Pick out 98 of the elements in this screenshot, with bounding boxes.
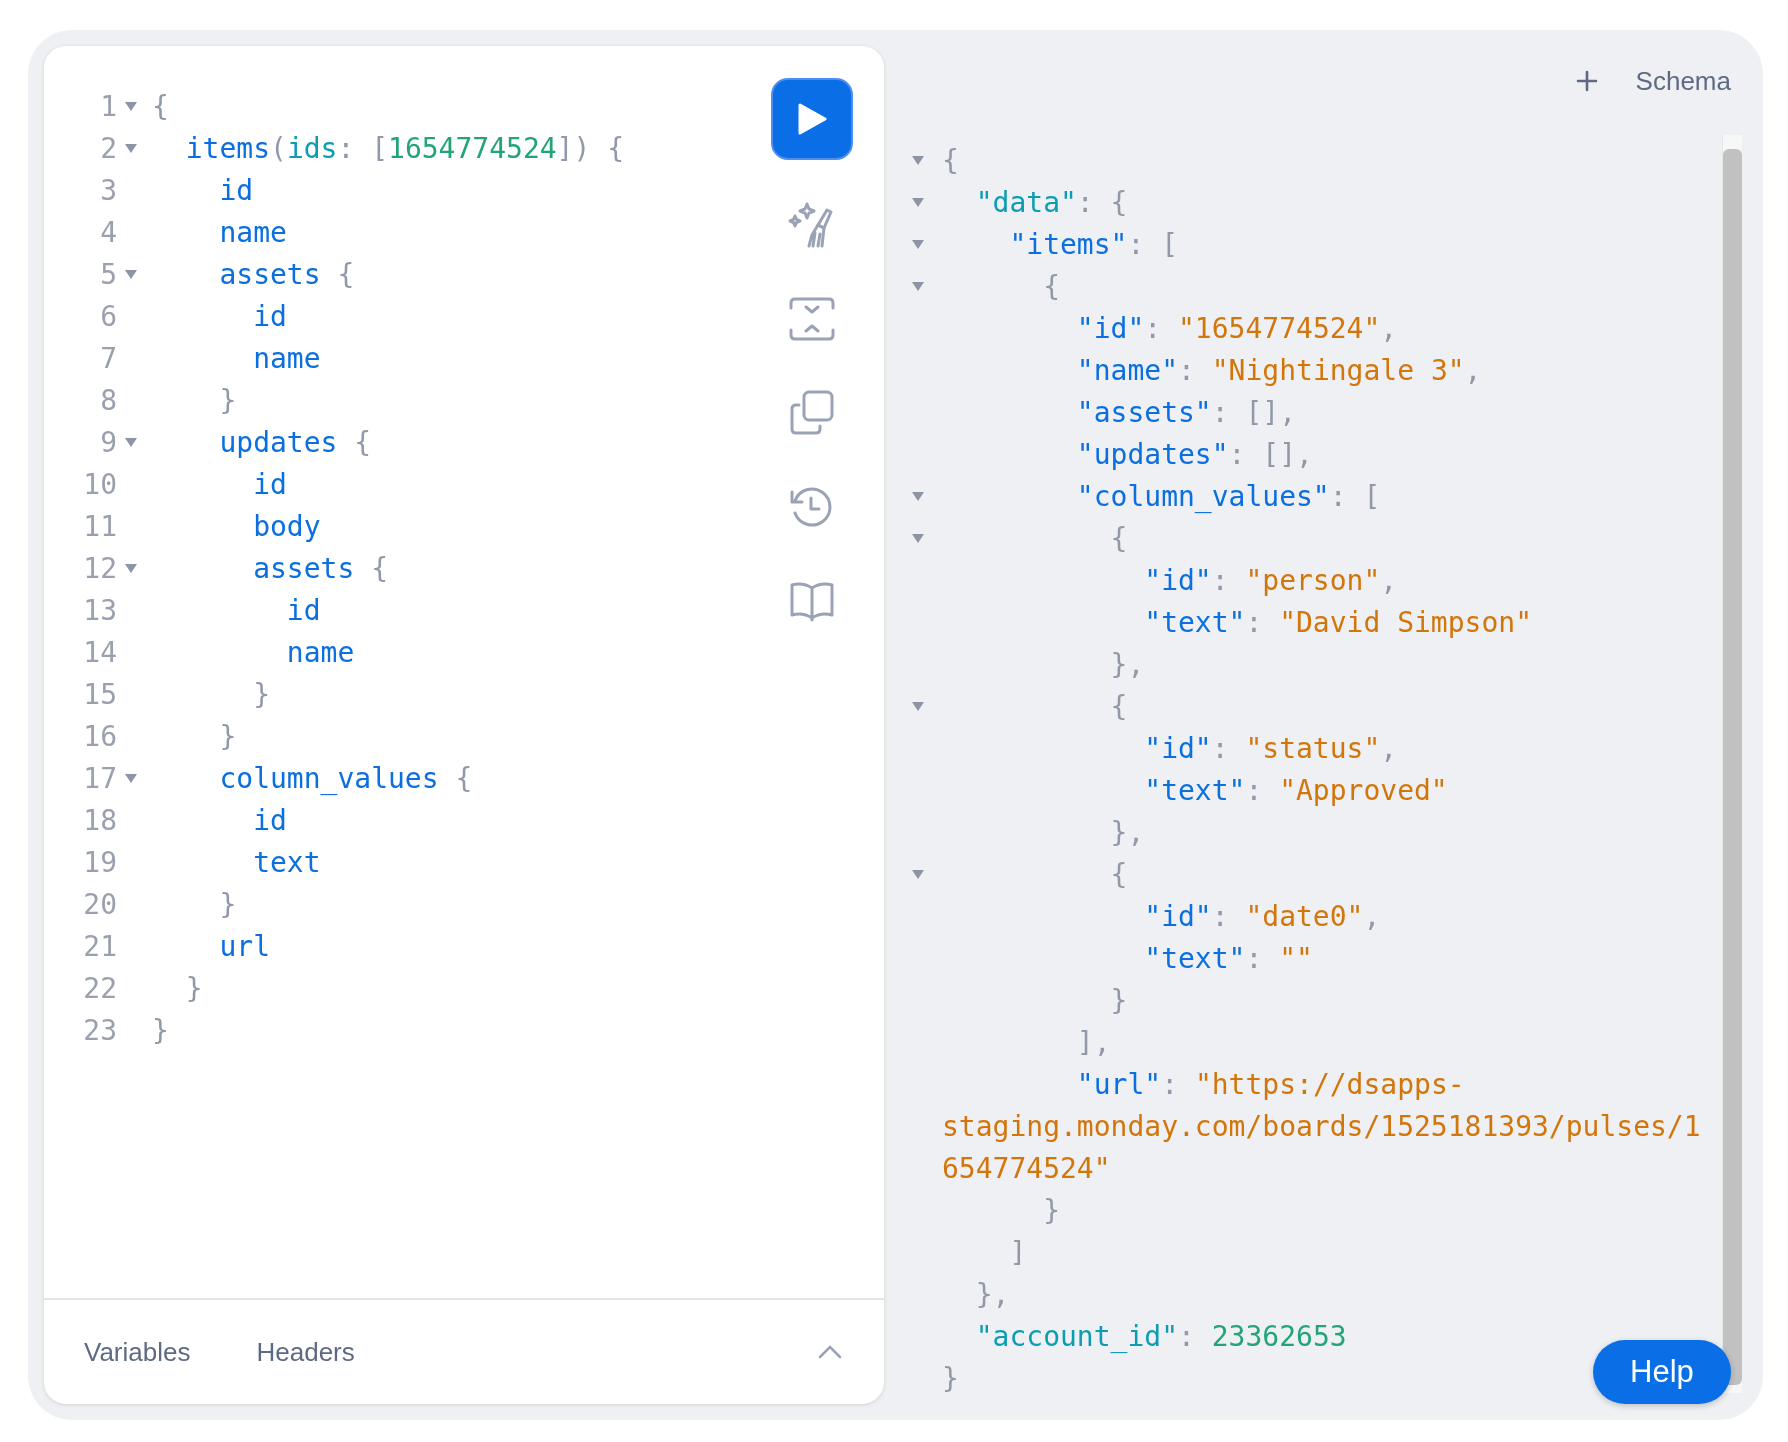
code-line: staging.monday.com/boards/1525181393/pulses/1	[942, 1109, 1701, 1143]
code-line: {	[1109, 689, 1128, 723]
code-line: }	[152, 1013, 169, 1047]
line-number: 14	[82, 635, 117, 669]
code-line: name	[285, 635, 355, 669]
code-line: "text": "David Simpson"	[1143, 605, 1533, 639]
line-number: 1	[99, 89, 117, 123]
code-line: },	[974, 1277, 1010, 1311]
code-line: updates {	[218, 425, 372, 459]
fold-arrow-icon[interactable]	[125, 773, 137, 783]
help-button[interactable]: Help	[1593, 1340, 1731, 1404]
code-line: "assets": [],	[1075, 395, 1296, 429]
line-number: 4	[99, 215, 117, 249]
schema-button[interactable]: Schema	[1635, 65, 1731, 97]
code-line: {	[152, 89, 169, 123]
line-number: 12	[82, 551, 117, 585]
code-line: }	[1042, 1193, 1060, 1227]
code-line: }	[218, 719, 237, 753]
fold-arrow-icon[interactable]	[912, 701, 924, 711]
line-number: 6	[99, 299, 117, 333]
fold-arrow-icon[interactable]	[912, 155, 924, 165]
code-line: "id": "1654774524",	[1075, 311, 1398, 345]
line-number: 17	[82, 761, 117, 795]
code-line: }	[252, 677, 270, 711]
code-line: }	[218, 887, 237, 921]
line-number: 20	[82, 887, 117, 921]
code-line: },	[1109, 647, 1145, 681]
fold-arrow-icon[interactable]	[125, 143, 137, 153]
code-line: "id": "date0",	[1143, 899, 1381, 933]
editor-tab[interactable]: Headers	[256, 1336, 355, 1368]
editor-tab[interactable]: Variables	[84, 1336, 191, 1368]
plus-icon[interactable]	[1575, 70, 1598, 92]
line-number: 9	[99, 425, 117, 459]
code-line: name	[218, 215, 287, 249]
fold-arrow-icon[interactable]	[912, 869, 924, 879]
fold-arrow-icon[interactable]	[125, 563, 137, 573]
run-button[interactable]	[771, 78, 853, 160]
line-number: 15	[82, 677, 117, 711]
code-line: "text": "Approved"	[1143, 773, 1448, 807]
code-line: "id": "status",	[1143, 731, 1398, 765]
fold-arrow-icon[interactable]	[912, 533, 924, 543]
line-number: 21	[82, 929, 117, 963]
code-line: "id": "person",	[1143, 563, 1398, 597]
fold-arrow-icon[interactable]	[125, 101, 137, 111]
fold-arrow-icon[interactable]	[912, 197, 924, 207]
code-line: 654774524"	[942, 1151, 1111, 1185]
code-line: assets {	[252, 551, 388, 585]
code-line: {	[942, 143, 959, 177]
line-number: 13	[82, 593, 117, 627]
code-line: name	[252, 341, 321, 375]
code-line: "url": "https://dsapps-	[1075, 1067, 1465, 1101]
fold-arrow-icon[interactable]	[912, 281, 924, 291]
code-line: }	[1109, 983, 1128, 1017]
code-line: },	[1109, 815, 1145, 849]
code-line: "text": ""	[1143, 941, 1313, 975]
code-line: "data": {	[974, 185, 1128, 219]
chevron-up-icon[interactable]	[818, 1345, 842, 1359]
code-line: "items": [	[1008, 227, 1178, 261]
line-number: 23	[82, 1013, 117, 1047]
code-line: "account_id": 23362653	[974, 1319, 1347, 1353]
line-number: 10	[82, 467, 117, 501]
code-line: id	[252, 299, 287, 333]
line-number: 8	[99, 383, 117, 417]
code-line: ]	[1008, 1235, 1027, 1269]
code-line: id	[252, 803, 287, 837]
line-number: 16	[82, 719, 117, 753]
code-line: {	[1109, 857, 1128, 891]
play-icon	[797, 103, 827, 135]
fold-arrow-icon[interactable]	[125, 437, 137, 447]
line-number: 11	[82, 509, 117, 543]
line-number: 2	[99, 131, 117, 165]
code-line: text	[252, 845, 321, 879]
code-line: {	[1042, 269, 1060, 303]
code-line: id	[218, 173, 254, 207]
line-number: 22	[82, 971, 117, 1005]
code-line: items(ids: [1654774524]) {	[184, 131, 625, 165]
fold-arrow-icon[interactable]	[912, 491, 924, 501]
code-line: url	[218, 929, 270, 963]
fold-arrow-icon[interactable]	[912, 239, 924, 249]
code-line: id	[252, 467, 287, 501]
line-number: 19	[82, 845, 117, 879]
code-line: "column_values": [	[1075, 479, 1381, 513]
fold-arrow-icon[interactable]	[125, 269, 137, 279]
line-number: 18	[82, 803, 117, 837]
code-line: column_values {	[218, 761, 473, 795]
line-number: 5	[99, 257, 117, 291]
code-line: "name": "Nightingale 3",	[1075, 353, 1482, 387]
code-line: {	[1109, 521, 1128, 555]
code-line: }	[184, 971, 203, 1005]
code-line: id	[285, 593, 321, 627]
code-line: assets {	[218, 257, 355, 291]
line-number: 3	[99, 173, 117, 207]
code-line: body	[252, 509, 321, 543]
code-line: }	[942, 1361, 959, 1395]
code-line: "updates": [],	[1075, 437, 1313, 471]
line-number: 7	[99, 341, 117, 375]
code-line: ],	[1075, 1025, 1111, 1059]
code-line: }	[218, 383, 237, 417]
